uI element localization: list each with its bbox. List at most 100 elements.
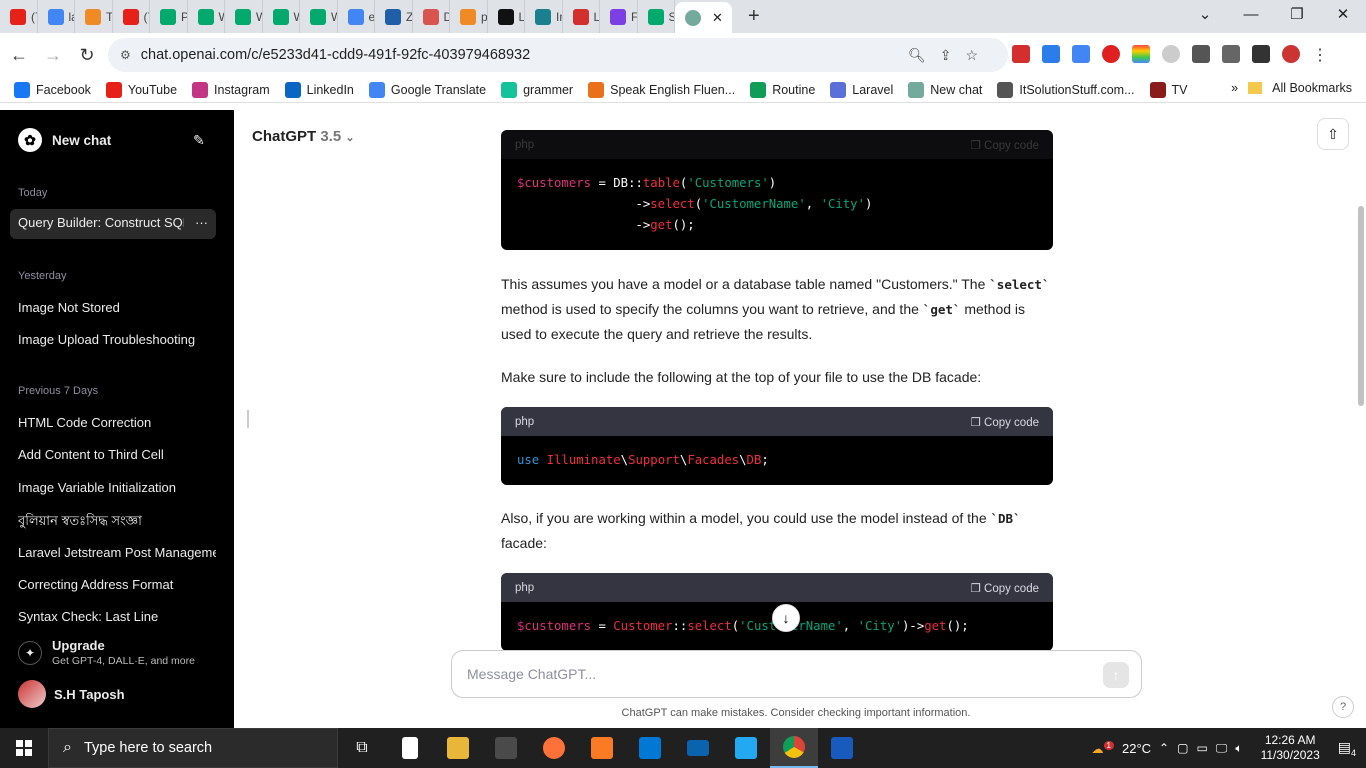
new-chat-button[interactable]: ✿ New chat	[18, 128, 111, 152]
file-explorer-icon[interactable]	[434, 728, 482, 768]
word-icon[interactable]	[818, 728, 866, 768]
more-bookmarks-icon[interactable]: »	[1231, 81, 1238, 95]
copy-code-button[interactable]: ❐ Copy code	[971, 581, 1040, 595]
meet-icon[interactable]: ▢	[1177, 741, 1188, 755]
new-tab-button[interactable]: +	[748, 5, 760, 28]
sidebar-toggle-handle[interactable]	[247, 410, 249, 428]
clock[interactable]: 12:26 AM 11/30/2023	[1261, 733, 1320, 763]
browser-tab[interactable]: php	[450, 0, 488, 33]
chrome-icon[interactable]	[770, 728, 818, 768]
bookmark-item[interactable]: Google Translate	[368, 81, 486, 98]
xampp-icon[interactable]	[578, 728, 626, 768]
chat-item[interactable]: বুলিয়ান স্বতঃসিদ্ধ সংজ্ঞা	[18, 512, 216, 533]
extensions-puzzle-icon[interactable]	[1192, 45, 1210, 63]
back-button[interactable]: ←	[4, 45, 34, 66]
browser-tab[interactable]: W3	[188, 0, 225, 33]
restore-button[interactable]: ❐	[1274, 0, 1320, 30]
vscode-icon[interactable]	[722, 728, 770, 768]
temperature[interactable]: 22°C	[1122, 741, 1151, 756]
chat-item[interactable]: Syntax Check: Last Line	[18, 609, 216, 624]
chat-item[interactable]: Correcting Address Format	[18, 577, 216, 592]
bookmark-item[interactable]: LinkedIn	[284, 81, 354, 98]
close-tab-icon[interactable]: ✕	[712, 10, 723, 26]
network-icon[interactable]: 🖵︎	[1216, 741, 1228, 756]
bookmark-item[interactable]: Routine	[750, 81, 815, 98]
tab-search-icon[interactable]: ⌄	[1182, 0, 1228, 30]
browser-tab[interactable]: ech	[338, 0, 375, 33]
chevron-up-icon[interactable]: ⌃	[1159, 741, 1169, 755]
bookmark-item[interactable]: YouTube	[105, 81, 177, 98]
address-bar[interactable]: ⚙ chat.openai.com/c/e5233d41-cdd9-491f-9…	[108, 38, 1008, 72]
mail-icon[interactable]	[674, 728, 722, 768]
browser-tab[interactable]: SQ	[638, 0, 675, 33]
firefox-icon[interactable]	[530, 728, 578, 768]
browser-tab[interactable]: Lar	[563, 0, 600, 33]
chat-item[interactable]: Image Not Stored	[18, 300, 216, 315]
bookmark-item[interactable]: New chat	[908, 81, 982, 98]
store-icon[interactable]	[626, 728, 674, 768]
browser-tab[interactable]: lara	[38, 0, 75, 33]
media-control-icon[interactable]	[1222, 45, 1240, 63]
edit-icon[interactable]: ✎	[193, 132, 205, 149]
user-menu[interactable]: S.H Taposh	[18, 680, 125, 708]
send-button[interactable]: ↑	[1103, 662, 1129, 688]
bookmark-item[interactable]: TV	[1149, 81, 1187, 98]
chat-options-icon[interactable]: ···	[195, 215, 208, 233]
browser-tab[interactable]: Lar	[488, 0, 525, 33]
translate-extension-icon[interactable]	[1042, 45, 1060, 63]
browser-tab[interactable]: Top	[75, 0, 113, 33]
volume-icon[interactable]: 🔈︎	[1235, 741, 1242, 756]
reload-button[interactable]: ↻	[72, 45, 102, 66]
chat-item[interactable]: Image Upload Troubleshooting	[18, 332, 216, 347]
chat-item[interactable]: Add Content to Third Cell	[18, 447, 216, 462]
browser-tab-active[interactable]: ✕	[675, 2, 732, 33]
profile-avatar-icon[interactable]	[1282, 45, 1300, 63]
scrollbar[interactable]	[1358, 206, 1364, 406]
bookmark-item[interactable]: grammer	[501, 81, 573, 98]
chat-item-active[interactable]: Query Builder: Construct SQL ···	[10, 209, 216, 239]
browser-tab[interactable]: Fre	[600, 0, 638, 33]
zoom-icon[interactable]: 🔍︎	[908, 47, 926, 64]
share-button[interactable]: ⇧	[1317, 118, 1349, 150]
browser-tab[interactable]: Zar	[375, 0, 413, 33]
google-translate-extension-icon[interactable]	[1072, 45, 1090, 63]
bookmark-item[interactable]: Speak English Fluen...	[588, 81, 735, 98]
color-extension-icon[interactable]	[1132, 45, 1150, 63]
minimize-button[interactable]: —	[1228, 0, 1274, 30]
opera-extension-icon[interactable]	[1102, 45, 1120, 63]
copy-code-button[interactable]: ❐ Copy code	[971, 138, 1040, 152]
browser-tab[interactable]: Intr	[525, 0, 563, 33]
share-icon[interactable]: ⇪	[940, 47, 952, 64]
browser-tab[interactable]: W3	[300, 0, 338, 33]
chat-item[interactable]: HTML Code Correction	[18, 415, 216, 430]
weather-icon[interactable]: ☁ 1	[1092, 740, 1114, 756]
bookmark-item[interactable]: Laravel	[830, 81, 893, 98]
battery-icon[interactable]: ▭	[1196, 741, 1207, 755]
taskbar-search[interactable]: ⌕ Type here to search	[48, 728, 338, 768]
bookmark-item[interactable]: ItSolutionStuff.com...	[997, 81, 1135, 98]
browser-tab[interactable]: (77)	[0, 0, 38, 33]
chat-item[interactable]: Laravel Jetstream Post Manageme	[18, 545, 216, 560]
notification-icon[interactable]: ▤4	[1338, 739, 1356, 758]
side-panel-icon[interactable]	[1252, 45, 1270, 63]
bookmark-item[interactable]: Instagram	[192, 81, 270, 98]
browser-tab[interactable]: Dat	[413, 0, 450, 33]
site-info-icon[interactable]: ⚙	[120, 48, 131, 62]
notepad-icon[interactable]	[386, 728, 434, 768]
browser-tab[interactable]: W3	[263, 0, 300, 33]
openai-extension-icon[interactable]	[1162, 45, 1180, 63]
browser-menu-icon[interactable]: ⋮	[1312, 45, 1328, 65]
scroll-to-bottom-button[interactable]: ↓	[772, 604, 800, 632]
bookmark-item[interactable]: Facebook	[14, 81, 91, 98]
task-view-icon[interactable]: ⧉	[338, 728, 386, 768]
model-selector[interactable]: ChatGPT 3.5 ⌄	[252, 128, 355, 145]
browser-tab[interactable]: W3	[225, 0, 263, 33]
help-button[interactable]: ?	[1332, 696, 1354, 718]
sublime-icon[interactable]	[482, 728, 530, 768]
browser-tab[interactable]: (77)	[113, 0, 150, 33]
chat-item[interactable]: Image Variable Initialization	[18, 480, 216, 495]
bookmark-star-icon[interactable]: ☆	[966, 47, 979, 64]
start-button[interactable]	[0, 728, 48, 768]
upgrade-button[interactable]: ✦ Upgrade Get GPT-4, DALL·E, and more	[18, 638, 195, 667]
message-input[interactable]: Message ChatGPT... ↑	[451, 650, 1142, 698]
